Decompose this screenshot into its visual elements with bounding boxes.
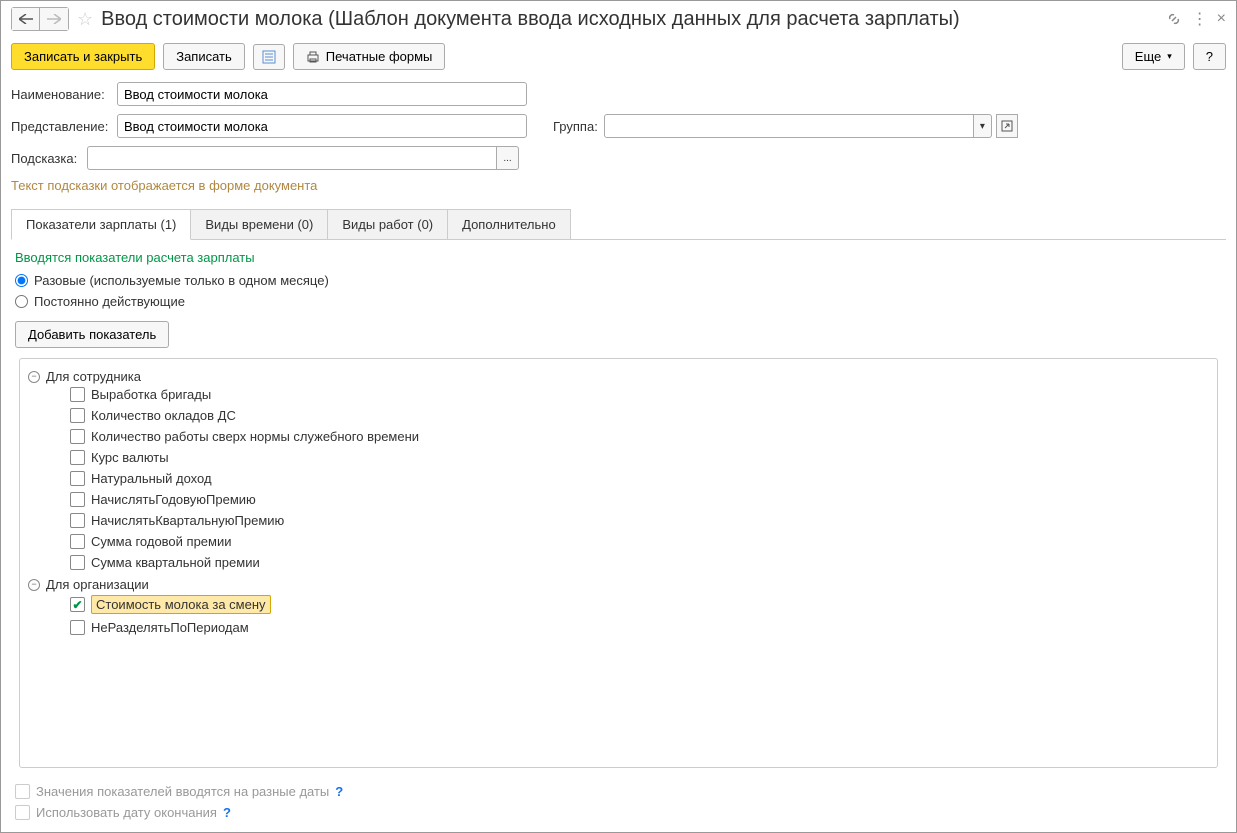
tab-work-types[interactable]: Виды работ (0) — [327, 209, 448, 239]
checkbox[interactable] — [70, 408, 85, 423]
nav-forward-button[interactable] — [40, 8, 68, 30]
tree-item[interactable]: НачислятьКвартальнуюПремию — [70, 510, 1209, 531]
link-icon[interactable] — [1166, 11, 1182, 27]
hint-input[interactable] — [87, 146, 497, 170]
tab-time-types[interactable]: Виды времени (0) — [190, 209, 328, 239]
group-dropdown-button[interactable]: ▾ — [974, 114, 992, 138]
more-button[interactable]: Еще ▾ — [1122, 43, 1185, 70]
help-button[interactable]: ? — [1193, 43, 1226, 70]
name-input[interactable] — [117, 82, 527, 106]
tree-item[interactable]: НачислятьГодовуюПремию — [70, 489, 1209, 510]
tree-item[interactable]: Курс валюты — [70, 447, 1209, 468]
checkbox[interactable] — [70, 429, 85, 444]
close-button[interactable]: × — [1217, 10, 1226, 28]
radio-permanent[interactable] — [15, 295, 28, 308]
radio-permanent-row[interactable]: Постоянно действующие — [15, 294, 1222, 309]
checkbox[interactable] — [70, 387, 85, 402]
checkbox[interactable] — [70, 513, 85, 528]
group-open-button[interactable] — [996, 114, 1018, 138]
representation-input[interactable] — [117, 114, 527, 138]
nav-back-button[interactable] — [12, 8, 40, 30]
tab-additional[interactable]: Дополнительно — [447, 209, 571, 239]
tree-item-milk-cost[interactable]: Стоимость молока за смену — [70, 592, 1209, 617]
kebab-menu-icon[interactable]: ⋮ — [1192, 9, 1207, 29]
hint-label: Подсказка: — [11, 151, 81, 166]
hint-expand-button[interactable]: ... — [497, 146, 519, 170]
printer-icon — [306, 50, 320, 64]
use-end-date-checkbox-row: Использовать дату окончания ? — [15, 805, 343, 820]
checkbox[interactable] — [70, 471, 85, 486]
hint-help-text: Текст подсказки отображается в форме док… — [11, 178, 1226, 193]
section-title: Вводятся показатели расчета зарплаты — [15, 250, 1222, 265]
radio-once[interactable] — [15, 274, 28, 287]
checkbox-checked[interactable] — [70, 597, 85, 612]
tree-item[interactable]: Сумма квартальной премии — [70, 552, 1209, 573]
tree-group-employee[interactable]: − Для сотрудника — [28, 369, 1209, 384]
print-forms-button[interactable]: Печатные формы — [293, 43, 446, 70]
window-title: Ввод стоимости молока (Шаблон документа … — [101, 8, 1158, 31]
tree-item[interactable]: Выработка бригады — [70, 384, 1209, 405]
save-button[interactable]: Записать — [163, 43, 245, 70]
tree-item[interactable]: Сумма годовой премии — [70, 531, 1209, 552]
help-icon[interactable]: ? — [335, 784, 343, 799]
tree-item[interactable]: НеРазделятьПоПериодам — [70, 617, 1209, 638]
tree-item[interactable]: Количество окладов ДС — [70, 405, 1209, 426]
tree-group-organization[interactable]: − Для организации — [28, 577, 1209, 592]
tab-salary-indicators[interactable]: Показатели зарплаты (1) — [11, 209, 191, 240]
checkbox-disabled — [15, 784, 30, 799]
checkbox[interactable] — [70, 555, 85, 570]
checkbox[interactable] — [70, 450, 85, 465]
radio-once-row[interactable]: Разовые (используемые только в одном мес… — [15, 273, 1222, 288]
collapse-icon[interactable]: − — [28, 579, 40, 591]
tree-item[interactable]: Натуральный доход — [70, 468, 1209, 489]
checkbox[interactable] — [70, 492, 85, 507]
favorite-star-icon[interactable]: ☆ — [77, 9, 93, 30]
help-icon[interactable]: ? — [223, 805, 231, 820]
tree-item[interactable]: Количество работы сверх нормы служебного… — [70, 426, 1209, 447]
list-view-button[interactable] — [253, 44, 285, 70]
name-label: Наименование: — [11, 87, 111, 102]
add-indicator-button[interactable]: Добавить показатель — [15, 321, 169, 348]
save-and-close-button[interactable]: Записать и закрыть — [11, 43, 155, 70]
group-label: Группа: — [553, 119, 598, 134]
different-dates-checkbox-row: Значения показателей вводятся на разные … — [15, 784, 343, 799]
checkbox[interactable] — [70, 534, 85, 549]
collapse-icon[interactable]: − — [28, 371, 40, 383]
checkbox[interactable] — [70, 620, 85, 635]
group-input[interactable] — [604, 114, 974, 138]
checkbox-disabled — [15, 805, 30, 820]
representation-label: Представление: — [11, 119, 111, 134]
